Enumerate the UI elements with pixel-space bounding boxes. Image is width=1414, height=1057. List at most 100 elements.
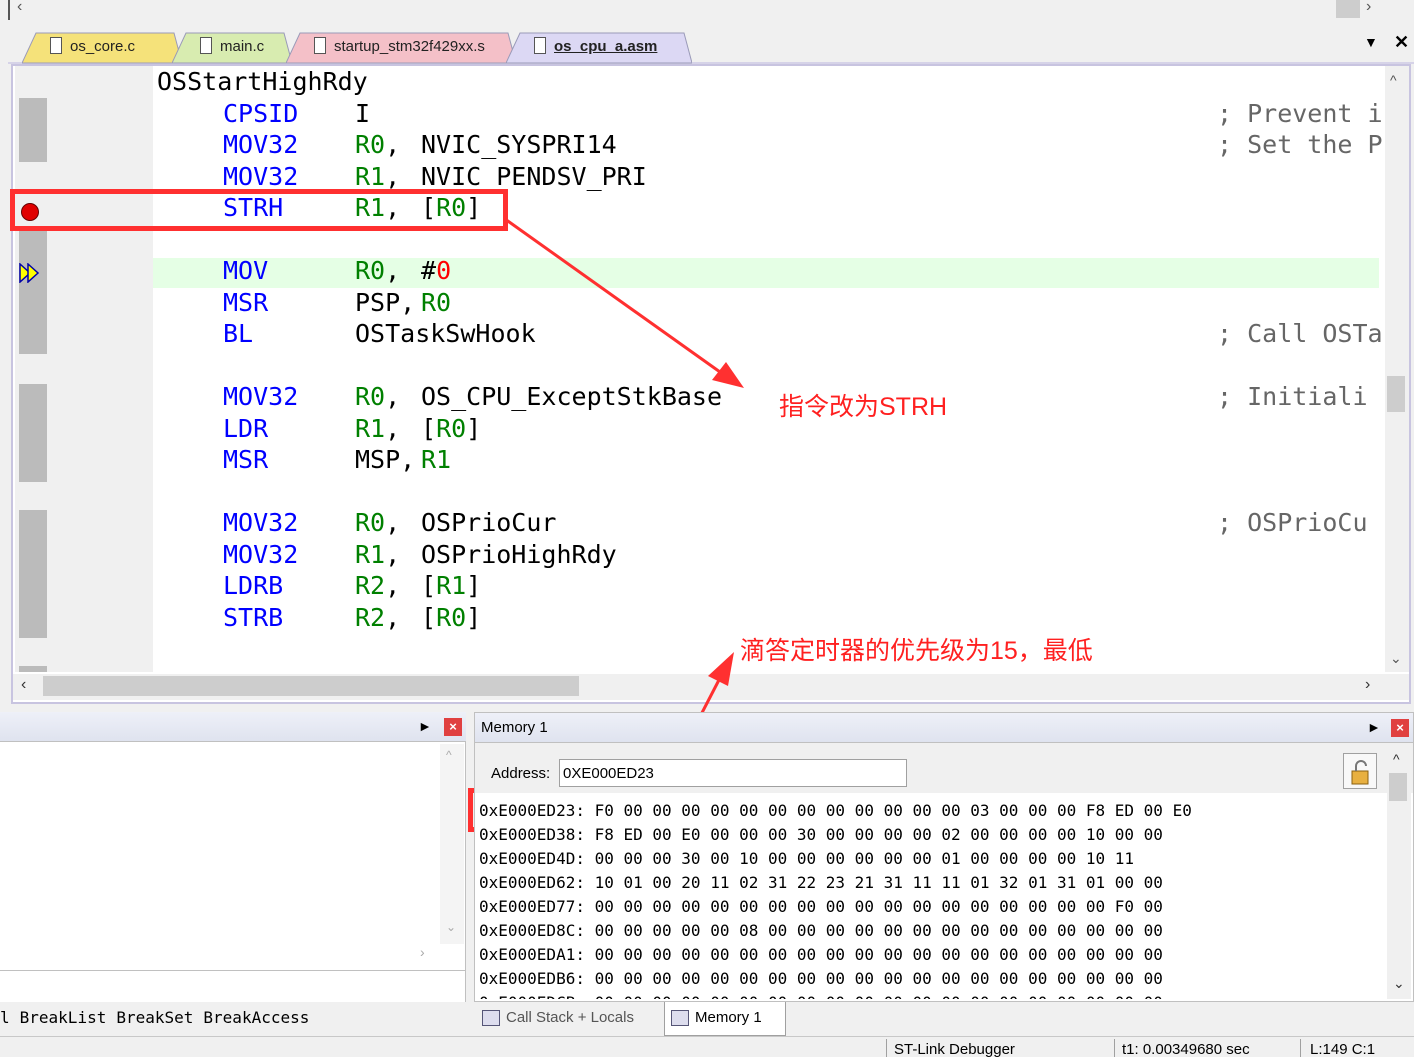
lock-icon [1351, 760, 1369, 785]
command-tab[interactable]: BreakSet [116, 1008, 193, 1027]
scroll-left-icon[interactable]: ‹ [21, 676, 26, 694]
close-icon[interactable]: × [1391, 719, 1409, 737]
call-stack-icon [482, 1010, 500, 1026]
tab-list-dropdown-icon[interactable]: ▼ [1364, 34, 1378, 50]
memory-row[interactable]: 0xE000ED77: 00 00 00 00 00 00 00 00 00 0… [479, 895, 1379, 919]
code-line[interactable]: 149MOVR0,#0 [153, 255, 1385, 287]
operand: OSTaskSwHook [355, 319, 536, 348]
coverage-marker [19, 98, 47, 162]
code-comment: ; Initiali [1217, 382, 1368, 411]
memory-row[interactable]: 0xE000ED4D: 00 00 00 30 00 10 00 00 00 0… [479, 847, 1379, 871]
tab-os-core-c[interactable]: os_core.c [22, 32, 182, 64]
debug-tab[interactable]: Call Stack + Locals [476, 1002, 656, 1036]
memory-window[interactable]: Memory 1 ► × Address: 0xE000ED23: F0 00 … [474, 712, 1414, 1002]
command-tab[interactable]: BreakAccess [203, 1008, 309, 1027]
code-line[interactable]: 151BLOSTaskSwHook; Call OSTa [153, 318, 1385, 350]
pin-icon[interactable]: ► [418, 718, 432, 734]
line-number-column [47, 66, 153, 672]
scroll-left-icon[interactable]: ‹ [17, 0, 22, 16]
operand: [R0] [421, 413, 482, 443]
memory-scrollbar[interactable]: ^ ⌄ [1387, 747, 1411, 999]
scroll-thumb[interactable] [1387, 376, 1405, 412]
code-area[interactable]: 143OSStartHighRdy144CPSIDI; Prevent i145… [153, 66, 1385, 672]
code-line[interactable]: 143OSStartHighRdy [153, 66, 1385, 98]
operand: R1 [421, 445, 452, 474]
scroll-down-icon[interactable]: ⌄ [1390, 650, 1402, 667]
divider [886, 1039, 887, 1057]
lock-button[interactable] [1343, 753, 1377, 789]
memory-dump[interactable]: 0xE000ED23: F0 00 00 00 00 00 00 00 00 0… [479, 799, 1379, 999]
tab-startup-stm32f429xx-s[interactable]: startup_stm32f429xx.s [286, 32, 516, 64]
debug-tab-label: Call Stack + Locals [506, 1009, 634, 1026]
memory-row[interactable]: 0xE000EDA1: 00 00 00 00 00 00 00 00 00 0… [479, 943, 1379, 967]
code-comment: ; Call OSTa [1217, 319, 1383, 348]
operand: R0, [355, 130, 401, 159]
operand: NVIC_PENDSV_PRI [421, 161, 647, 191]
code-line[interactable]: 158MOV32R1,OSPrioHighRdy [153, 539, 1385, 571]
code-line[interactable]: 156 [153, 476, 1385, 508]
scroll-up-icon[interactable]: ^ [1393, 751, 1400, 767]
tab-label: os_core.c [70, 38, 136, 55]
memory-row[interactable]: 0xE000EDCB: 00 00 00 00 00 00 00 00 00 0… [479, 991, 1379, 999]
scroll-thumb[interactable] [1389, 773, 1407, 801]
current-execution-arrow-icon [19, 263, 40, 283]
scroll-thumb[interactable] [1336, 0, 1360, 18]
scroll-right-icon[interactable]: › [1365, 676, 1370, 694]
scroll-up-icon[interactable]: ^ [1390, 72, 1397, 88]
close-tab-icon[interactable]: ✕ [1394, 32, 1409, 53]
code-line[interactable]: 157MOV32R0,OSPrioCur; OSPrioCu [153, 507, 1385, 539]
operand: R0, [355, 382, 401, 411]
operand: R2, [355, 571, 401, 600]
code-editor[interactable]: 143OSStartHighRdy144CPSIDI; Prevent i145… [11, 64, 1411, 704]
tab-main-c[interactable]: main.c [172, 32, 292, 64]
top-scrollbar[interactable]: ‹ › [0, 0, 1414, 22]
command-tab[interactable]: BreakList [20, 1008, 107, 1027]
code-line[interactable]: 146MOV32R1,NVIC_PENDSV_PRI [153, 161, 1385, 193]
scroll-down-icon[interactable]: ⌄ [446, 920, 456, 934]
editor-vertical-scrollbar[interactable]: ^ ⌄ [1385, 66, 1409, 672]
file-icon [314, 37, 326, 54]
memory-row[interactable]: 0xE000ED38: F8 ED 00 E0 00 00 00 30 00 0… [479, 823, 1379, 847]
tab-label: startup_stm32f429xx.s [334, 38, 485, 55]
code-line[interactable]: 153MOV32R0,OS_CPU_ExceptStkBase; Initial… [153, 381, 1385, 413]
breakpoint-gutter[interactable] [15, 66, 47, 672]
operand: [R1] [421, 571, 482, 600]
code-line[interactable]: 152 [153, 350, 1385, 382]
time-status: t1: 0.00349680 sec [1122, 1041, 1250, 1057]
code-line[interactable]: 159LDRBR2,[R1] [153, 570, 1385, 602]
instruction: MOV32 [223, 382, 299, 411]
scroll-right-icon[interactable]: › [1366, 0, 1371, 16]
vertical-scrollbar[interactable]: ^ ⌄ [440, 744, 464, 944]
code-line[interactable]: 155MSRMSP,R1 [153, 444, 1385, 476]
code-line[interactable]: 145MOV32R0,NVIC_SYSPRI14; Set the P [153, 129, 1385, 161]
command-tabs: l BreakList BreakSet BreakAccess [0, 1004, 470, 1034]
address-input[interactable] [559, 759, 907, 787]
command-tab[interactable]: l [0, 1008, 10, 1027]
coverage-marker [19, 510, 47, 638]
memory-row[interactable]: 0xE000EDB6: 00 00 00 00 00 00 00 00 00 0… [479, 967, 1379, 991]
memory-row[interactable]: 0xE000ED8C: 00 00 00 00 00 08 00 00 00 0… [479, 919, 1379, 943]
memory-icon [671, 1010, 689, 1026]
code-line[interactable]: 160STRBR2,[R0] [153, 602, 1385, 634]
code-line[interactable]: 144CPSIDI; Prevent i [153, 98, 1385, 130]
editor-horizontal-scrollbar[interactable]: ‹ › [13, 674, 1409, 700]
operand: R0, [355, 508, 401, 537]
close-icon[interactable]: × [444, 718, 462, 736]
memory-row[interactable]: 0xE000ED23: F0 00 00 00 00 00 00 00 00 0… [479, 799, 1379, 823]
operand: R1, [355, 161, 401, 191]
tab-os-cpu-a-asm[interactable]: os_cpu_a.asm [506, 32, 692, 64]
scroll-right-icon[interactable]: › [420, 944, 425, 960]
scroll-up-icon[interactable]: ^ [446, 748, 452, 762]
code-line[interactable]: 154LDRR1,[R0] [153, 413, 1385, 445]
pin-icon[interactable]: ► [1367, 719, 1381, 735]
command-pane[interactable]: ► × ^ ⌄ › [0, 712, 466, 1002]
left-edge [8, 0, 10, 20]
coverage-marker [19, 384, 47, 482]
code-line[interactable]: 150MSRPSP,R0 [153, 287, 1385, 319]
memory-row[interactable]: 0xE000ED62: 10 01 00 20 11 02 31 22 23 2… [479, 871, 1379, 895]
divider [0, 970, 466, 971]
scroll-down-icon[interactable]: ⌄ [1393, 975, 1405, 992]
debug-tab[interactable]: Memory 1 [664, 1002, 786, 1036]
file-icon [200, 37, 212, 54]
scroll-thumb[interactable] [43, 676, 579, 696]
